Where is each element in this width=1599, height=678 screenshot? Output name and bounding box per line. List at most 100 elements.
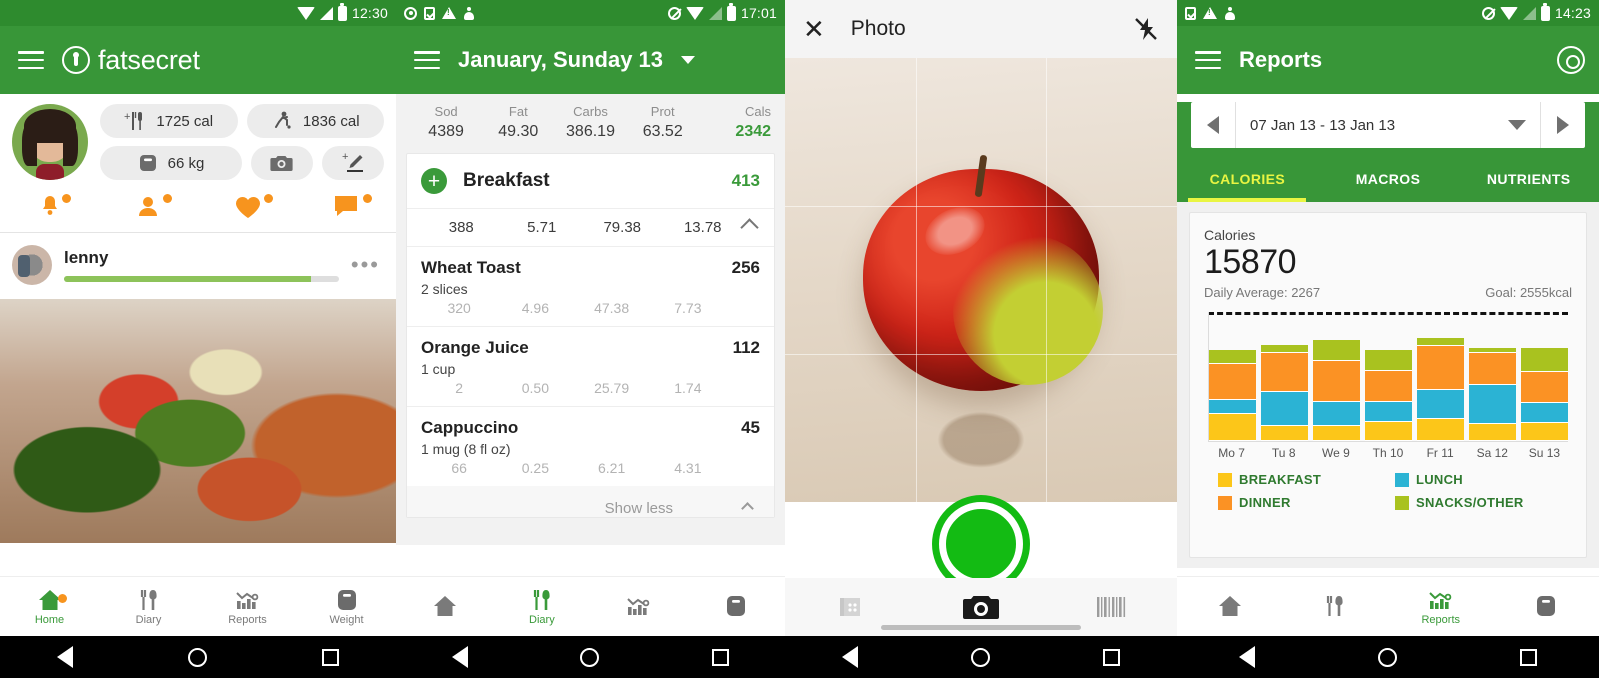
nav-item-home[interactable]: Home: [0, 588, 99, 626]
chevron-down-icon[interactable]: [681, 56, 696, 64]
target-icon[interactable]: [1557, 46, 1585, 74]
weight-chip[interactable]: 66 kg: [100, 146, 242, 180]
nav-item-home[interactable]: [396, 594, 493, 620]
food-carbs: 47.38: [594, 300, 630, 316]
add-circle-icon[interactable]: +: [421, 168, 447, 194]
reports-icon: [627, 597, 650, 615]
home-circle-icon[interactable]: [1377, 647, 1397, 667]
barcode-button[interactable]: [1046, 594, 1177, 620]
add-note-chip[interactable]: +: [322, 146, 384, 180]
chart-x-tick: Mo 7: [1218, 446, 1245, 461]
chart-x-tick: Tu 8: [1271, 446, 1296, 461]
comments-button[interactable]: [297, 194, 396, 220]
food-sod: 66: [451, 460, 467, 476]
recents-icon[interactable]: [1103, 648, 1121, 666]
no-entry-icon: [667, 6, 681, 20]
nav-item-reports[interactable]: Reports: [1388, 588, 1494, 626]
calories-total: 15870: [1204, 243, 1297, 281]
meal-name: Breakfast: [463, 170, 550, 191]
home-circle-icon[interactable]: [580, 647, 600, 667]
nav-item-weight[interactable]: [1494, 594, 1599, 620]
close-icon[interactable]: ✕: [803, 16, 825, 42]
likes-button[interactable]: [198, 194, 297, 220]
wifi-icon: [1499, 6, 1518, 20]
camera-button[interactable]: [916, 592, 1047, 622]
date-range-dropdown[interactable]: 07 Jan 13 - 13 Jan 13: [1235, 102, 1541, 148]
chart-x-axis: Mo 7 Tu 8 We 9 Th 10 Fr 11 Sa 12 Su 13: [1204, 446, 1572, 460]
feed-food-photo[interactable]: [0, 299, 396, 543]
friends-badge: [163, 194, 172, 203]
nav-item-diary[interactable]: Diary: [493, 588, 590, 626]
macro-value-sod: 4389: [428, 123, 464, 140]
back-icon[interactable]: [57, 646, 74, 668]
camera-icon: [963, 596, 999, 619]
feed-user-row[interactable]: lenny •••: [0, 233, 396, 299]
legend-swatch: [1395, 495, 1409, 510]
chart-segment-breakfast: [1417, 418, 1464, 442]
nav-item-reports[interactable]: Reports: [198, 588, 297, 626]
chart-segment-lunch: [1313, 401, 1360, 427]
chart-segment-lunch: [1261, 391, 1308, 427]
android-icon: [463, 6, 475, 20]
food-calories: 45: [741, 418, 760, 437]
food-row[interactable]: Orange Juice 112 1 cup 2 0.50 25.79 1.74: [407, 326, 774, 406]
quick-actions: + 1725 cal 1836 cal 66 kg +: [100, 104, 384, 180]
prev-period-button[interactable]: [1191, 116, 1235, 134]
more-dots-icon[interactable]: •••: [351, 252, 384, 278]
friends-button[interactable]: [99, 194, 198, 220]
nav-item-diary[interactable]: Diary: [99, 588, 198, 626]
heart-icon: [235, 196, 260, 218]
home-circle-icon[interactable]: [970, 647, 990, 667]
meal-header[interactable]: + Breakfast 413: [407, 154, 774, 208]
nav-item-home[interactable]: [1177, 594, 1283, 620]
hamburger-icon[interactable]: [1195, 51, 1221, 69]
tab-nutrients[interactable]: NUTRIENTS: [1458, 156, 1599, 202]
shutter-button-icon[interactable]: [939, 502, 1023, 586]
next-period-button[interactable]: [1541, 116, 1585, 134]
show-less-button[interactable]: Show less: [407, 486, 774, 517]
home-icon: [433, 595, 456, 616]
nav-item-weight[interactable]: Weight: [297, 588, 396, 626]
camera-chip[interactable]: [251, 146, 313, 180]
nav-item-reports[interactable]: [591, 594, 688, 620]
chart-x-tick: Th 10: [1372, 446, 1404, 461]
chart-segment-dinner: [1313, 361, 1360, 402]
gallery-button[interactable]: [785, 594, 916, 620]
nav-item-weight[interactable]: [688, 594, 785, 620]
chart-bar: [1469, 312, 1516, 442]
back-icon[interactable]: [452, 646, 469, 668]
chart-segment-breakfast: [1365, 422, 1412, 442]
exercise-chip[interactable]: 1836 cal: [246, 104, 384, 138]
chart-segment-dinner: [1261, 353, 1308, 392]
hamburger-icon[interactable]: [18, 51, 44, 69]
camera-viewfinder[interactable]: [785, 58, 1177, 502]
nav-item-diary[interactable]: [1283, 594, 1389, 620]
recents-icon[interactable]: [711, 648, 729, 666]
tab-calories[interactable]: CALORIES: [1177, 156, 1318, 202]
battery-charging-icon: [1540, 2, 1550, 21]
camera-icon: [270, 156, 293, 171]
hamburger-icon[interactable]: [414, 51, 440, 69]
meal-total-fat: 5.71: [527, 219, 557, 236]
grid-line-h1: [785, 205, 1177, 207]
notifications-button[interactable]: [0, 194, 99, 220]
chart-segment-snacks-other: [1209, 349, 1256, 364]
chart-bar: [1209, 312, 1256, 442]
avatar[interactable]: [12, 104, 88, 180]
back-icon[interactable]: [841, 646, 858, 668]
food-prot: 1.74: [674, 380, 702, 396]
grid-line-v1: [915, 58, 917, 502]
chevron-up-icon[interactable]: [740, 218, 759, 237]
home-circle-icon[interactable]: [187, 647, 207, 667]
recents-icon[interactable]: [321, 648, 339, 666]
food-row[interactable]: Wheat Toast 256 2 slices 320 4.96 47.38 …: [407, 246, 774, 326]
tab-macros[interactable]: MACROS: [1318, 156, 1459, 202]
status-time: 14:23: [1554, 5, 1591, 21]
flash-off-icon[interactable]: [1133, 16, 1159, 42]
diary-list[interactable]: + Breakfast 413 388 5.71 79.38 13.78 Whe…: [396, 153, 785, 545]
back-icon[interactable]: [1238, 646, 1255, 668]
recents-icon[interactable]: [1520, 648, 1538, 666]
food-row[interactable]: Cappuccino 45 1 mug (8 fl oz) 66 0.25 6.…: [407, 406, 774, 486]
chart-segment-snacks-other: [1521, 347, 1568, 372]
add-food-chip[interactable]: + 1725 cal: [100, 104, 238, 138]
